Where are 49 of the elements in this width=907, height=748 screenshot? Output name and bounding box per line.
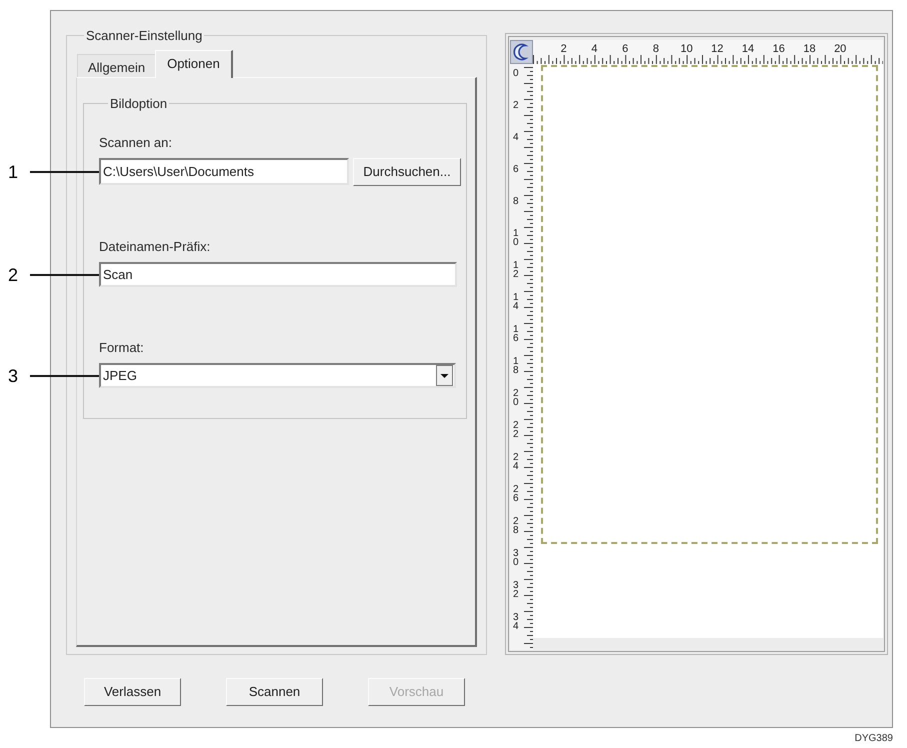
ruler-number: 14 [742,43,754,55]
group-title: Scanner-Einstellung [85,28,204,43]
ruler-number: 22 [513,421,519,439]
ruler-number: 32 [513,581,519,599]
field-label: Scannen an: [99,135,174,150]
ruler-number: 34 [513,613,519,631]
format-dropdown[interactable]: JPEG [99,363,456,388]
ruler-number: 6 [622,43,628,55]
ruler-number: 20 [513,389,519,407]
text-input-field[interactable]: Scan [99,262,457,287]
callout-number: 1 [8,162,20,182]
ruler-number: 20 [834,43,846,55]
dialog-button[interactable]: Verlassen [84,678,181,706]
ruler-number: 10 [513,229,519,247]
ruler-number: 10 [680,43,693,55]
crescent-icon[interactable] [510,40,533,64]
ruler-number: 8 [513,197,519,206]
field-label: Dateinamen-Präfix: [99,239,212,254]
leader-line [30,171,99,173]
callout-number: 3 [8,366,20,386]
tab[interactable]: Allgemein [77,54,156,77]
figure-code: DYG389 [854,733,893,745]
callout-number: 2 [8,264,20,284]
ruler-number: 28 [513,517,519,535]
ruler-number: 26 [513,485,519,503]
ruler-number: 2 [513,101,519,110]
ruler-number: 30 [513,549,519,567]
browse-button[interactable]: Durchsuchen... [353,158,461,186]
ruler-number: 16 [772,43,785,55]
field-label: Format: [99,340,145,355]
group-title: Bildoption [109,96,168,111]
ruler-number: 18 [513,357,519,375]
ruler-number: 14 [513,293,519,311]
ruler-number: 16 [513,325,519,343]
ruler-number: 2 [560,43,567,55]
path-input-field[interactable]: C:\Users\User\Documents [99,158,349,185]
ruler-number: 4 [513,133,519,142]
leader-line [30,274,99,276]
tab[interactable]: Optionen [155,50,233,78]
dialog-button[interactable]: Scannen [226,678,323,706]
ruler-number: 18 [803,43,816,55]
leader-line [30,374,99,376]
ruler-number: 24 [513,453,519,471]
ruler-number: 6 [513,165,519,174]
ruler-number: 4 [591,43,598,55]
ruler-number: 12 [513,261,519,279]
ruler-number: 8 [652,43,659,55]
ruler-number: 12 [711,43,724,55]
ruler-number: 0 [513,69,519,78]
